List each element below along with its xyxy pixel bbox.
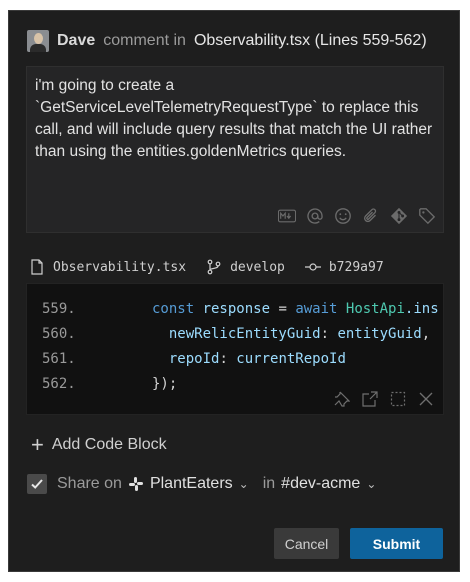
code-comment-panel: Dave comment in Observability.tsx (Lines…: [8, 10, 460, 572]
comment-textarea[interactable]: i'm going to create a `GetServiceLevelTe…: [26, 66, 444, 233]
code-token: const: [152, 301, 203, 317]
mention-icon[interactable]: [305, 206, 325, 226]
commit-icon: [304, 263, 321, 271]
code-token: });: [152, 376, 178, 392]
meta-file[interactable]: Observability.tsx: [29, 259, 186, 275]
code-line: 559. const response = await HostApi.ins: [42, 297, 439, 322]
checkmark-icon: [31, 479, 43, 489]
workspace-select[interactable]: PlantEaters: [150, 475, 233, 493]
line-number: 562.: [42, 376, 76, 392]
share-checkbox[interactable]: [27, 474, 47, 494]
code-lines: 559. const response = await HostApi.ins 56…: [42, 297, 439, 397]
chevron-down-icon[interactable]: ⌄: [239, 477, 249, 491]
file-icon: [31, 259, 43, 275]
git-icon[interactable]: [389, 206, 409, 226]
code-line: 560. newRelicEntityGuid: entityGuid,: [42, 322, 439, 347]
comment-action-text: comment in: [103, 32, 186, 49]
plus-icon: +: [31, 432, 44, 457]
code-token: await: [295, 301, 346, 317]
in-label: in: [262, 475, 276, 492]
author-name: Dave: [57, 32, 96, 49]
line-number: 560.: [42, 326, 76, 342]
code-token: HostApi: [345, 301, 405, 317]
code-meta-row: Observability.tsx develop b729a97: [29, 257, 404, 277]
code-block: 559. const response = await HostApi.ins 56…: [26, 283, 444, 415]
add-code-block-label: Add Code Block: [51, 436, 167, 453]
code-block-tools: [333, 390, 435, 408]
code-token: currentRepoId: [236, 351, 346, 367]
comment-text[interactable]: i'm going to create a `GetServiceLevelTe…: [35, 75, 435, 163]
chevron-down-icon[interactable]: ⌄: [366, 477, 376, 491]
code-token: repoId: [152, 351, 220, 367]
meta-branch-name: develop: [230, 259, 285, 275]
select-range-icon[interactable]: [389, 390, 407, 408]
cancel-button[interactable]: Cancel: [274, 528, 339, 559]
add-code-block-button[interactable]: + Add Code Block: [31, 432, 167, 457]
meta-file-name: Observability.tsx: [53, 259, 187, 275]
submit-button[interactable]: Submit: [350, 528, 443, 559]
code-token: entityGuid: [337, 326, 422, 342]
attachment-icon[interactable]: [361, 206, 381, 226]
file-reference[interactable]: Observability.tsx (Lines 559-562): [194, 32, 427, 50]
comment-toolbar: [277, 206, 437, 226]
code-token: newRelicEntityGuid: [152, 326, 321, 342]
code-token: response: [202, 301, 271, 317]
line-number: 561.: [42, 351, 76, 367]
share-row: Share on PlantEaters ⌄ in #dev-acme ⌄: [27, 472, 390, 496]
code-token: ,: [421, 326, 431, 342]
comment-header: Dave comment in Observability.tsx (Lines…: [27, 29, 449, 53]
meta-branch[interactable]: develop: [206, 259, 285, 275]
code-line: 561. repoId: currentRepoId: [42, 347, 439, 372]
branch-icon: [207, 259, 221, 275]
avatar: [27, 30, 49, 52]
meta-commit-hash: b729a97: [328, 259, 384, 275]
code-token: .ins: [404, 301, 439, 317]
line-number: 559.: [42, 301, 76, 317]
slack-icon: [128, 477, 143, 491]
code-token: :: [219, 351, 237, 367]
open-external-icon[interactable]: [361, 390, 379, 408]
share-on-label: Share on: [57, 475, 122, 492]
code-token: :: [320, 326, 338, 342]
tag-icon[interactable]: [417, 206, 437, 226]
close-icon[interactable]: [417, 390, 435, 408]
pin-icon[interactable]: [333, 390, 351, 408]
emoji-icon[interactable]: [333, 206, 353, 226]
code-token: =: [270, 301, 296, 317]
channel-select[interactable]: #dev-acme: [281, 475, 360, 493]
markdown-icon[interactable]: [277, 206, 297, 226]
meta-commit[interactable]: b729a97: [304, 259, 384, 275]
